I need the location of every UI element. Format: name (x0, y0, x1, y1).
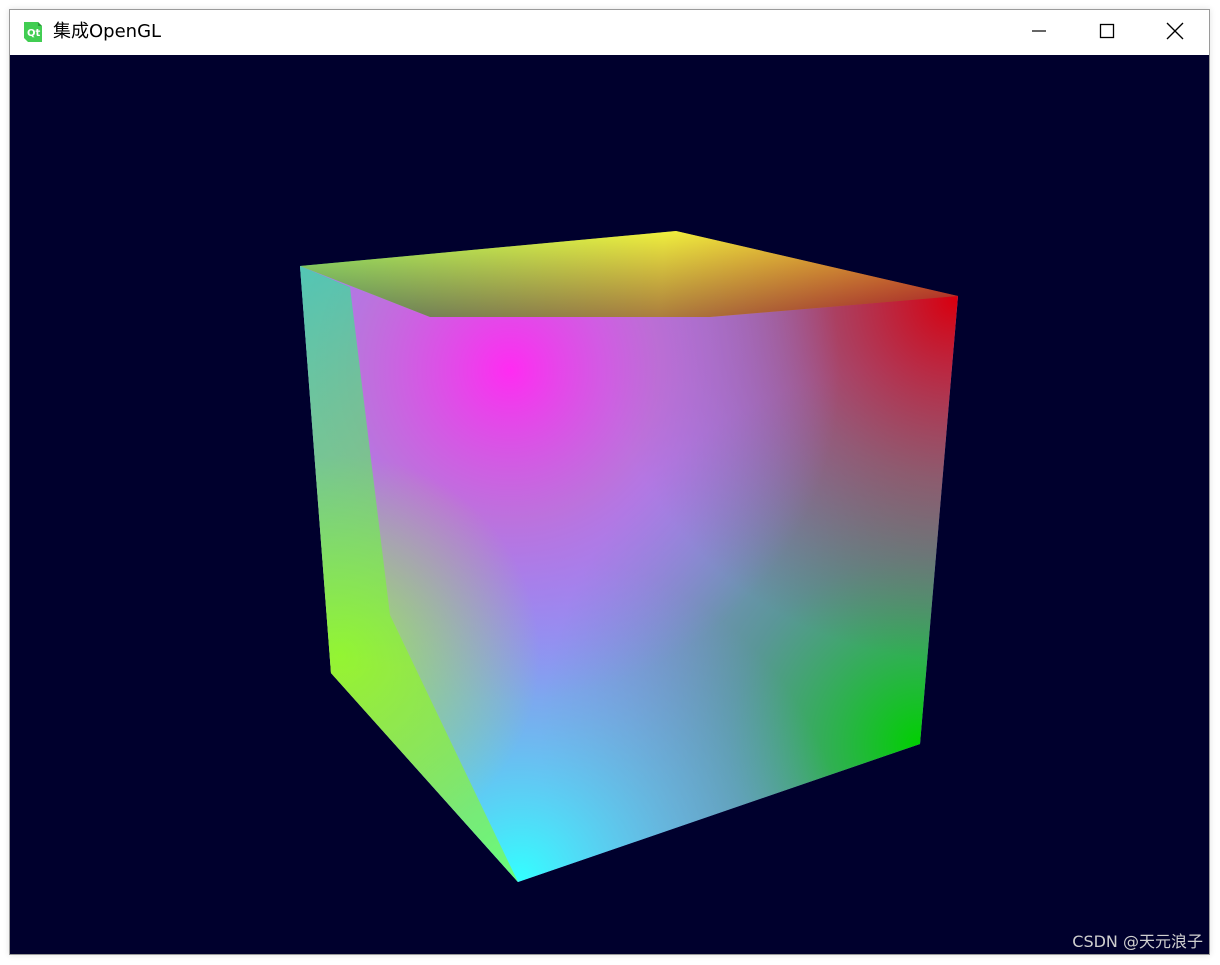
minimize-button[interactable] (1005, 10, 1073, 55)
watermark-text: CSDN @天元浪子 (1072, 932, 1203, 951)
maximize-button[interactable] (1073, 10, 1141, 55)
minimize-icon (1031, 23, 1047, 43)
app-window: Qt 集成OpenGL CSDN @天元浪子 (9, 9, 1210, 955)
rgb-color-cube (300, 231, 958, 882)
window-title: 集成OpenGL (53, 21, 162, 42)
maximize-icon (1099, 23, 1115, 43)
close-icon (1166, 22, 1184, 44)
svg-text:Qt: Qt (27, 28, 41, 39)
close-button[interactable] (1141, 10, 1209, 55)
qt-logo-icon: Qt (22, 21, 44, 43)
title-bar[interactable]: Qt 集成OpenGL (10, 10, 1209, 55)
opengl-viewport[interactable]: CSDN @天元浪子 (10, 55, 1209, 954)
